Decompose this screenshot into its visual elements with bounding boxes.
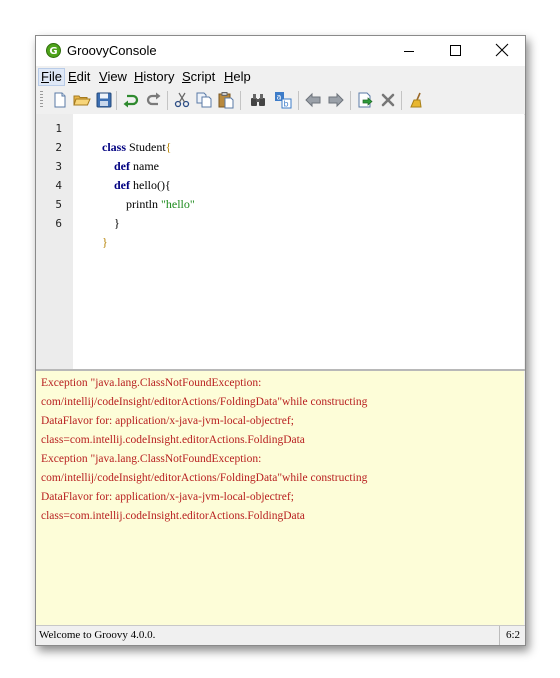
menu-bar: File Edit View History Script Help	[36, 66, 525, 87]
toolbar-separator	[167, 91, 168, 110]
maximize-button[interactable]	[433, 36, 479, 66]
status-bar: Welcome to Groovy 4.0.0. 6:2	[36, 625, 525, 645]
new-file-icon[interactable]	[51, 91, 69, 109]
script-editor[interactable]: 1 2 3 4 5 6 class Student{ def name def …	[36, 114, 524, 369]
line-number: 3	[55, 160, 62, 173]
toolbar-separator	[298, 91, 299, 110]
output-line: Exception "java.lang.ClassNotFoundExcept…	[41, 377, 262, 389]
maximize-icon	[450, 45, 461, 56]
output-line: com/intellij/codeInsight/editorActions/F…	[41, 396, 368, 408]
find-icon[interactable]	[249, 91, 267, 109]
output-line: com/intellij/codeInsight/editorActions/F…	[41, 472, 368, 484]
minimize-button[interactable]	[387, 36, 433, 66]
code-line: }	[102, 235, 108, 249]
next-history-icon[interactable]	[327, 91, 345, 109]
title-bar[interactable]: G GroovyConsole	[36, 36, 525, 66]
code-line: def hello(){	[102, 178, 171, 192]
toolbar-separator	[401, 91, 402, 110]
status-message: Welcome to Groovy 4.0.0.	[39, 629, 156, 641]
previous-history-icon[interactable]	[304, 91, 322, 109]
cursor-position: 6:2	[499, 626, 525, 645]
line-number-gutter: 1 2 3 4 5 6	[36, 114, 73, 369]
menu-view[interactable]: View	[97, 68, 129, 86]
menu-help[interactable]: Help	[222, 68, 253, 86]
line-number: 5	[55, 198, 62, 211]
paste-icon[interactable]	[217, 91, 235, 109]
close-button[interactable]	[479, 36, 525, 66]
output-pane[interactable]: Exception "java.lang.ClassNotFoundExcept…	[36, 371, 524, 625]
output-line: DataFlavor for: application/x-java-jvm-l…	[41, 491, 294, 503]
line-number: 2	[55, 141, 62, 154]
open-folder-icon[interactable]	[73, 91, 91, 109]
svg-text:b: b	[284, 100, 289, 109]
toolbar-separator	[350, 91, 351, 110]
toolbar: ab	[36, 87, 525, 115]
close-icon	[495, 43, 509, 57]
window-title: GroovyConsole	[67, 43, 157, 58]
run-script-icon[interactable]	[356, 91, 374, 109]
save-icon[interactable]	[95, 91, 113, 109]
redo-icon[interactable]	[144, 91, 162, 109]
output-line: class=com.intellij.codeInsight.editorAct…	[41, 434, 305, 446]
line-number: 1	[55, 122, 62, 135]
output-line: DataFlavor for: application/x-java-jvm-l…	[41, 415, 294, 427]
code-line: }	[102, 216, 120, 230]
menu-script[interactable]: Script	[180, 68, 217, 86]
menu-history[interactable]: History	[132, 68, 176, 86]
code-line: class Student{	[102, 140, 172, 154]
toolbar-separator	[240, 91, 241, 110]
code-line: def name	[102, 159, 159, 173]
toolbar-separator	[116, 91, 117, 110]
minimize-icon	[404, 51, 414, 52]
code-line: println "hello"	[102, 197, 195, 211]
svg-text:a: a	[277, 93, 282, 102]
copy-icon[interactable]	[195, 91, 213, 109]
groovy-app-icon: G	[46, 43, 61, 58]
menu-file[interactable]: File	[38, 68, 65, 86]
output-line: class=com.intellij.codeInsight.editorAct…	[41, 510, 305, 522]
groovy-console-window: G GroovyConsole File Edit View History S…	[35, 35, 526, 646]
line-number: 6	[55, 217, 62, 230]
undo-icon[interactable]	[122, 91, 140, 109]
clear-output-icon[interactable]	[408, 91, 426, 109]
cut-icon[interactable]	[173, 91, 191, 109]
output-line: Exception "java.lang.ClassNotFoundExcept…	[41, 453, 262, 465]
line-number: 4	[55, 179, 62, 192]
replace-icon[interactable]: ab	[274, 91, 292, 109]
interrupt-icon[interactable]	[379, 91, 397, 109]
menu-edit[interactable]: Edit	[66, 68, 92, 86]
toolbar-grip[interactable]	[40, 91, 43, 109]
